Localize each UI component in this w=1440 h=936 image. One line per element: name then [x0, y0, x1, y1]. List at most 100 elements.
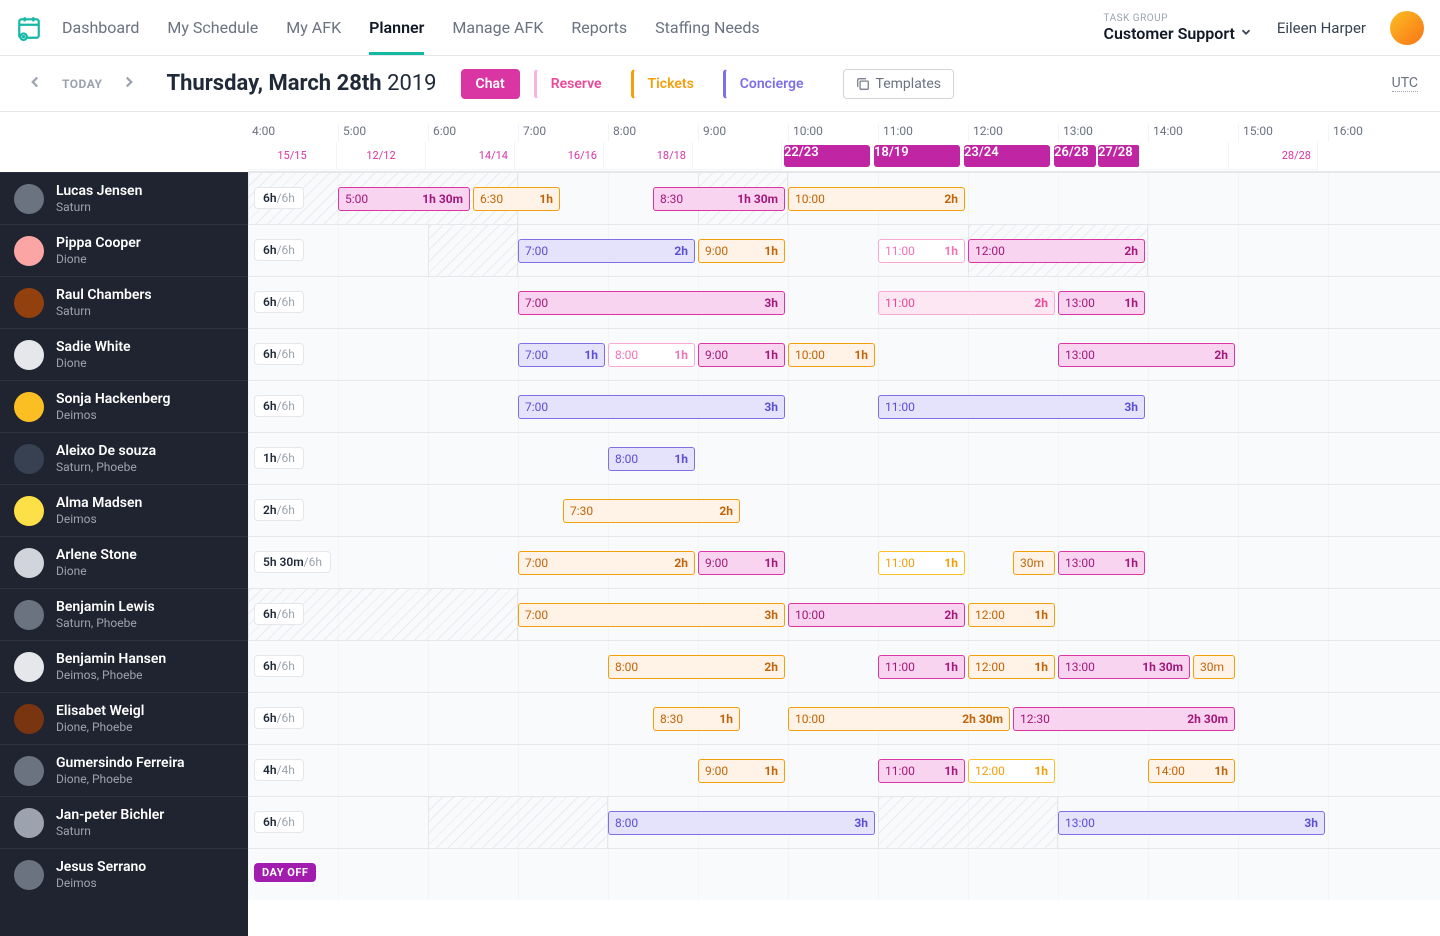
- task-block-reserve-lt[interactable]: 11:001h: [878, 239, 965, 263]
- task-block-concierge[interactable]: 8:003h: [608, 811, 875, 835]
- task-block-chat[interactable]: 13:001h 30m: [1058, 655, 1190, 679]
- task-block-chat[interactable]: 7:003h: [518, 291, 785, 315]
- agent-team: Dione, Phoebe: [56, 772, 185, 786]
- hours-badge: 6h/6h: [254, 343, 304, 365]
- agent-row[interactable]: Elisabet WeiglDione, Phoebe: [0, 692, 248, 744]
- agent-row[interactable]: Lucas JensenSaturn: [0, 172, 248, 224]
- capacity-cell: [692, 142, 782, 170]
- hours-badge: 6h/6h: [254, 811, 304, 833]
- filter-concierge[interactable]: Concierge: [723, 69, 819, 99]
- hours-badge: 6h/6h: [254, 395, 304, 417]
- agent-row[interactable]: Aleixo De souzaSaturn, Phoebe: [0, 432, 248, 484]
- task-block-tickets[interactable]: 9:001h: [698, 759, 785, 783]
- schedule-row: 6h/6h5:001h 30m6:301h8:301h 30m10:002h: [248, 172, 1440, 224]
- filter-tickets[interactable]: Tickets: [631, 69, 709, 99]
- agent-team: Saturn, Phoebe: [56, 460, 156, 474]
- next-day-button[interactable]: [116, 69, 142, 99]
- today-button[interactable]: TODAY: [62, 77, 102, 91]
- task-block-concierge[interactable]: 7:003h: [518, 395, 785, 419]
- task-block-reserve-lt[interactable]: 8:001h: [608, 343, 695, 367]
- avatar: [14, 496, 44, 526]
- task-block-tickets[interactable]: 10:002h: [788, 187, 965, 211]
- agent-row[interactable]: Raul ChambersSaturn: [0, 276, 248, 328]
- task-block-chat[interactable]: 9:001h: [698, 551, 785, 575]
- avatar: [14, 600, 44, 630]
- nav-my-afk[interactable]: My AFK: [286, 0, 341, 55]
- nav-reports[interactable]: Reports: [571, 0, 627, 55]
- task-block-tickets[interactable]: 10:001h: [788, 343, 875, 367]
- agent-row[interactable]: Alma MadsenDeimos: [0, 484, 248, 536]
- task-block-chat[interactable]: 13:001h: [1058, 551, 1145, 575]
- hour-label: 13:00: [1058, 124, 1148, 142]
- task-block-concierge[interactable]: 8:001h: [608, 447, 695, 471]
- prev-day-button[interactable]: [22, 69, 48, 99]
- task-block-tickets[interactable]: 12:001h: [968, 603, 1055, 627]
- task-block-reserve[interactable]: 11:002h: [878, 291, 1055, 315]
- agent-row[interactable]: Jesus SerranoDeimos: [0, 848, 248, 900]
- task-block-chat[interactable]: 9:001h: [698, 343, 785, 367]
- task-block-tickets[interactable]: 30m: [1193, 655, 1235, 679]
- task-block-tickets[interactable]: 7:002h: [518, 551, 695, 575]
- schedule-row: 6h/6h8:002h11:001h12:001h13:001h 30m30m: [248, 640, 1440, 692]
- task-block-chat[interactable]: 13:002h: [1058, 343, 1235, 367]
- capacity-cell: 22/23: [784, 145, 870, 167]
- avatar: [14, 444, 44, 474]
- agent-row[interactable]: Sadie WhiteDione: [0, 328, 248, 380]
- task-block-tickets[interactable]: 12:001h: [968, 655, 1055, 679]
- task-block-chat[interactable]: 12:002h: [968, 239, 1145, 263]
- task-block-tickets[interactable]: 7:302h: [563, 499, 740, 523]
- task-block-tickets[interactable]: 30m: [1013, 551, 1055, 575]
- agent-row[interactable]: Arlene StoneDione: [0, 536, 248, 588]
- user-name[interactable]: Eileen Harper: [1277, 19, 1366, 37]
- task-block-tickets[interactable]: 8:301h: [653, 707, 740, 731]
- task-block-chat[interactable]: 11:001h: [878, 759, 965, 783]
- task-group-label: TASK GROUP: [1103, 13, 1252, 24]
- nav-planner[interactable]: Planner: [369, 0, 424, 55]
- agent-name: Raul Chambers: [56, 287, 152, 304]
- task-block-chat[interactable]: 10:002h: [788, 603, 965, 627]
- agent-team: Saturn: [56, 824, 164, 838]
- schedule-row: 6h/6h7:003h11:002h13:001h: [248, 276, 1440, 328]
- templates-button[interactable]: Templates: [843, 69, 955, 99]
- nav-my-schedule[interactable]: My Schedule: [167, 0, 258, 55]
- task-block-concierge[interactable]: 13:003h: [1058, 811, 1325, 835]
- hour-label: 15:00: [1238, 124, 1328, 142]
- agent-row[interactable]: Pippa CooperDione: [0, 224, 248, 276]
- task-block-tickets-lt[interactable]: 11:001h: [878, 551, 965, 575]
- task-block-tickets[interactable]: 6:301h: [473, 187, 560, 211]
- task-block-tickets-lt[interactable]: 12:001h: [968, 759, 1055, 783]
- task-block-concierge[interactable]: 7:002h: [518, 239, 695, 263]
- agent-row[interactable]: Jan-peter BichlerSaturn: [0, 796, 248, 848]
- hour-label: 9:00: [698, 124, 788, 142]
- nav-manage-afk[interactable]: Manage AFK: [452, 0, 543, 55]
- filter-reserve[interactable]: Reserve: [534, 69, 617, 99]
- avatar[interactable]: [1390, 11, 1424, 45]
- templates-icon: [856, 77, 870, 91]
- agent-row[interactable]: Benjamin LewisSaturn, Phoebe: [0, 588, 248, 640]
- task-block-tickets[interactable]: 14:001h: [1148, 759, 1235, 783]
- task-block-chat[interactable]: 11:001h: [878, 655, 965, 679]
- agent-name: Benjamin Lewis: [56, 599, 155, 616]
- task-block-chat[interactable]: 5:001h 30m: [338, 187, 470, 211]
- avatar: [14, 392, 44, 422]
- agent-row[interactable]: Sonja HackenbergDeimos: [0, 380, 248, 432]
- agent-name: Jan-peter Bichler: [56, 807, 164, 824]
- agent-team: Dione: [56, 252, 141, 266]
- task-block-chat[interactable]: 13:001h: [1058, 291, 1145, 315]
- task-block-tickets[interactable]: 7:003h: [518, 603, 785, 627]
- task-block-chat[interactable]: 8:301h 30m: [653, 187, 785, 211]
- nav-dashboard[interactable]: Dashboard: [62, 0, 139, 55]
- task-group-picker[interactable]: TASK GROUP Customer Support: [1103, 13, 1252, 43]
- task-block-tickets[interactable]: 8:002h: [608, 655, 785, 679]
- task-block-tickets[interactable]: 10:002h 30m: [788, 707, 1010, 731]
- task-block-chat[interactable]: 12:302h 30m: [1013, 707, 1235, 731]
- task-block-tickets[interactable]: 9:001h: [698, 239, 785, 263]
- agent-row[interactable]: Benjamin HansenDeimos, Phoebe: [0, 640, 248, 692]
- task-block-concierge[interactable]: 7:001h: [518, 343, 605, 367]
- filter-chat[interactable]: Chat: [461, 69, 520, 99]
- agent-row[interactable]: Gumersindo FerreiraDione, Phoebe: [0, 744, 248, 796]
- task-block-concierge[interactable]: 11:003h: [878, 395, 1145, 419]
- agent-team: Saturn: [56, 200, 142, 214]
- timezone-button[interactable]: UTC: [1392, 75, 1418, 92]
- nav-staffing-needs[interactable]: Staffing Needs: [655, 0, 760, 55]
